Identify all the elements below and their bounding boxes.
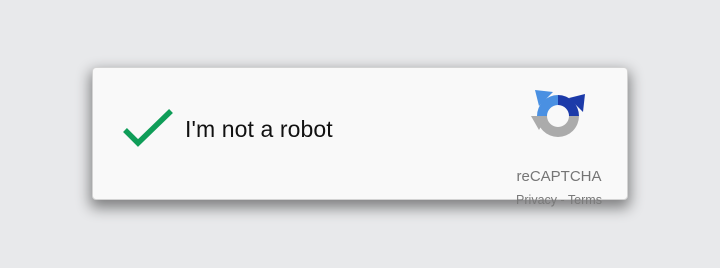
checkbox[interactable] — [121, 108, 175, 148]
recaptcha-widget: I'm not a robot reCAPTCHA Privacy - Term… — [92, 67, 628, 207]
recaptcha-name: reCAPTCHA — [516, 168, 602, 185]
terms-link[interactable]: Terms — [568, 193, 602, 207]
link-separator: - — [557, 193, 568, 207]
recaptcha-logo-icon — [529, 86, 587, 144]
recaptcha-branding: reCAPTCHA Privacy - Terms — [503, 86, 623, 207]
checkbox-label: I'm not a robot — [185, 116, 333, 142]
recaptcha-links: Privacy - Terms — [503, 193, 615, 207]
privacy-link[interactable]: Privacy — [516, 193, 557, 207]
checkmark-icon — [123, 109, 173, 147]
